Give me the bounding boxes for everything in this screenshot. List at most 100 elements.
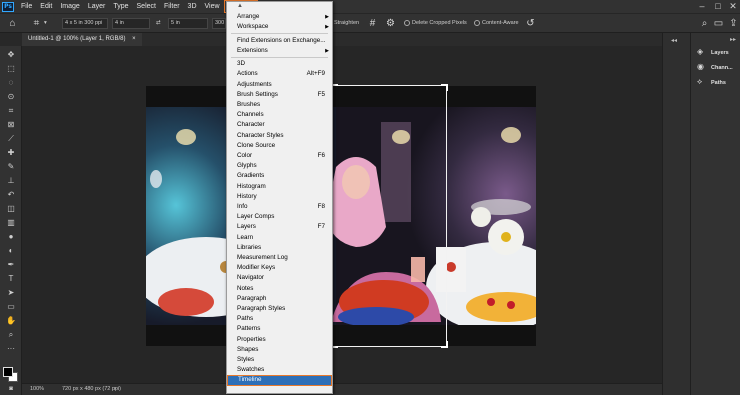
hand-tool-icon[interactable]: ✋ (4, 316, 18, 326)
crop-width-field[interactable]: 4 in (112, 18, 150, 29)
window-menu-item-learn[interactable]: Learn (227, 233, 332, 243)
expand-panels-icon[interactable]: ▸▸ (730, 36, 736, 43)
foreground-color-swatch[interactable] (3, 367, 13, 377)
window-menu-item-character-styles[interactable]: Character Styles (227, 131, 332, 141)
zoom-tool-icon[interactable]: ⌕ (4, 330, 18, 340)
window-menu-item-notes[interactable]: Notes (227, 284, 332, 294)
window-menu-item-glyphs[interactable]: Glyphs (227, 161, 332, 171)
window-menu-item-timeline[interactable]: Timeline (227, 375, 332, 386)
window-menu-item-navigator[interactable]: Navigator (227, 273, 332, 283)
close-tab-icon[interactable]: × (132, 36, 136, 42)
menu-type[interactable]: Type (109, 0, 132, 13)
panel-layers[interactable]: ◈ Layers (697, 46, 729, 58)
crop-handle-top-right[interactable] (441, 84, 448, 91)
type-tool-icon[interactable]: T (4, 274, 18, 284)
delete-cropped-pixels-checkbox[interactable]: Delete Cropped Pixels (404, 19, 467, 28)
resolution-field[interactable]: 300 (212, 18, 226, 29)
dodge-tool-icon[interactable]: ◐ (4, 246, 18, 256)
quick-mask-icon[interactable]: ◙ (4, 384, 18, 394)
document-tab[interactable]: Untitled-1 @ 100% (Layer 1, RGB/8) × (22, 33, 142, 46)
settings-gear-icon[interactable]: ⚙ (384, 17, 397, 30)
blur-tool-icon[interactable]: ● (4, 232, 18, 242)
window-menu-item-character[interactable]: Character (227, 120, 332, 130)
window-menu-item-history[interactable]: History (227, 192, 332, 202)
window-menu-item-gradients[interactable]: Gradients (227, 171, 332, 181)
menu-scroll-up-icon[interactable]: ▲ (237, 3, 243, 9)
path-selection-tool-icon[interactable]: ➤ (4, 288, 18, 298)
window-menu-item-clone-source[interactable]: Clone Source (227, 141, 332, 151)
menu-edit[interactable]: Edit (36, 0, 56, 13)
history-brush-tool-icon[interactable]: ↶ (4, 190, 18, 200)
move-tool-icon[interactable]: ✥ (4, 50, 18, 60)
window-menu-item-layers[interactable]: Layers F7 (227, 222, 332, 232)
eyedropper-tool-icon[interactable]: ⟋ (4, 134, 18, 144)
window-menu-item-color[interactable]: Color F6 (227, 151, 332, 161)
window-menu-item-paths[interactable]: Paths (227, 314, 332, 324)
share-icon[interactable]: ⇪ (727, 17, 740, 30)
window-menu-item-info[interactable]: Info F8 (227, 202, 332, 212)
crop-handle-bottom-right[interactable] (441, 341, 448, 348)
panel-paths[interactable]: ⟡ Paths (697, 76, 726, 88)
window-menu-item-libraries[interactable]: Libraries (227, 243, 332, 253)
menu-view[interactable]: View (201, 0, 224, 13)
panel-channels[interactable]: ◉ Chann... (697, 61, 733, 73)
menu-file[interactable]: File (17, 0, 36, 13)
menu-select[interactable]: Select (133, 0, 160, 13)
swap-dimensions-icon[interactable]: ⇄ (156, 19, 161, 28)
content-aware-checkbox[interactable]: Content-Aware (474, 19, 519, 28)
window-menu-item-actions[interactable]: Actions Alt+F9 (227, 69, 332, 79)
menu-filter[interactable]: Filter (160, 0, 184, 13)
window-menu-item-measurement-log[interactable]: Measurement Log (227, 253, 332, 263)
crop-tool-icon[interactable]: ⌗ (30, 17, 43, 30)
clone-stamp-tool-icon[interactable]: ⊥ (4, 176, 18, 186)
reset-icon[interactable]: ↺ (524, 17, 537, 30)
home-icon[interactable]: ⌂ (6, 17, 19, 30)
window-menu-item-histogram[interactable]: Histogram (227, 182, 332, 192)
crop-height-field[interactable]: 5 in (168, 18, 208, 29)
eraser-tool-icon[interactable]: ◫ (4, 204, 18, 214)
gradient-tool-icon[interactable]: ▥ (4, 218, 18, 228)
crop-ratio-select[interactable]: 4 x 5 in 300 ppi (62, 18, 108, 29)
frame-tool-icon[interactable]: ⊠ (4, 120, 18, 130)
brush-tool-icon[interactable]: ✎ (4, 162, 18, 172)
window-menu-item-shapes[interactable]: Shapes (227, 345, 332, 355)
workspace-icon[interactable]: ▭ (712, 17, 725, 30)
window-menu-item-modifier-keys[interactable]: Modifier Keys (227, 263, 332, 273)
window-menu-item-brush-settings[interactable]: Brush Settings F5 (227, 90, 332, 100)
window-menu-item-arrange[interactable]: Arrange ▶ (227, 12, 332, 22)
status-more-icon[interactable]: › (114, 384, 116, 395)
collapse-panels-icon[interactable]: ◂◂ (671, 37, 677, 44)
lasso-tool-icon[interactable]: ◌ (4, 78, 18, 88)
menu-layer[interactable]: Layer (84, 0, 110, 13)
window-menu-item-find-extensions-on-exchange[interactable]: Find Extensions on Exchange... (227, 36, 332, 46)
maximize-button[interactable]: □ (712, 0, 724, 13)
window-menu-item-properties[interactable]: Properties (227, 335, 332, 345)
healing-brush-tool-icon[interactable]: ✚ (4, 148, 18, 158)
overlay-grid-icon[interactable]: # (366, 17, 379, 30)
crop-preset-chevron-icon[interactable]: ▾ (44, 19, 47, 28)
window-menu-item-patterns[interactable]: Patterns (227, 324, 332, 334)
window-menu-item-paragraph-styles[interactable]: Paragraph Styles (227, 304, 332, 314)
window-menu-item-channels[interactable]: Channels (227, 110, 332, 120)
window-menu-item-brushes[interactable]: Brushes (227, 100, 332, 110)
minimize-button[interactable]: – (696, 0, 708, 13)
crop-tool-icon[interactable]: ⌗ (4, 106, 18, 116)
window-menu-item-workspace[interactable]: Workspace ▶ (227, 22, 332, 32)
crop-frame[interactable] (331, 84, 448, 348)
quick-selection-tool-icon[interactable]: ⊙ (4, 92, 18, 102)
search-icon[interactable]: ⌕ (698, 17, 711, 30)
window-menu-item-extensions[interactable]: Extensions ▶ (227, 46, 332, 56)
close-window-button[interactable]: ✕ (727, 0, 739, 13)
window-menu-item-3d[interactable]: 3D (227, 59, 332, 69)
menu-3d[interactable]: 3D (184, 0, 201, 13)
window-menu-item-adjustments[interactable]: Adjustments (227, 80, 332, 90)
rectangle-tool-icon[interactable]: ▭ (4, 302, 18, 312)
window-menu-item-swatches[interactable]: Swatches (227, 365, 332, 375)
pen-tool-icon[interactable]: ✒ (4, 260, 18, 270)
window-menu-item-styles[interactable]: Styles (227, 355, 332, 365)
zoom-level[interactable]: 100% (30, 384, 44, 395)
window-menu-item-layer-comps[interactable]: Layer Comps (227, 212, 332, 222)
straighten-button[interactable]: Straighten (334, 19, 359, 28)
marquee-tool-icon[interactable]: ⬚ (4, 64, 18, 74)
more-tools-icon[interactable]: ··· (4, 344, 18, 354)
